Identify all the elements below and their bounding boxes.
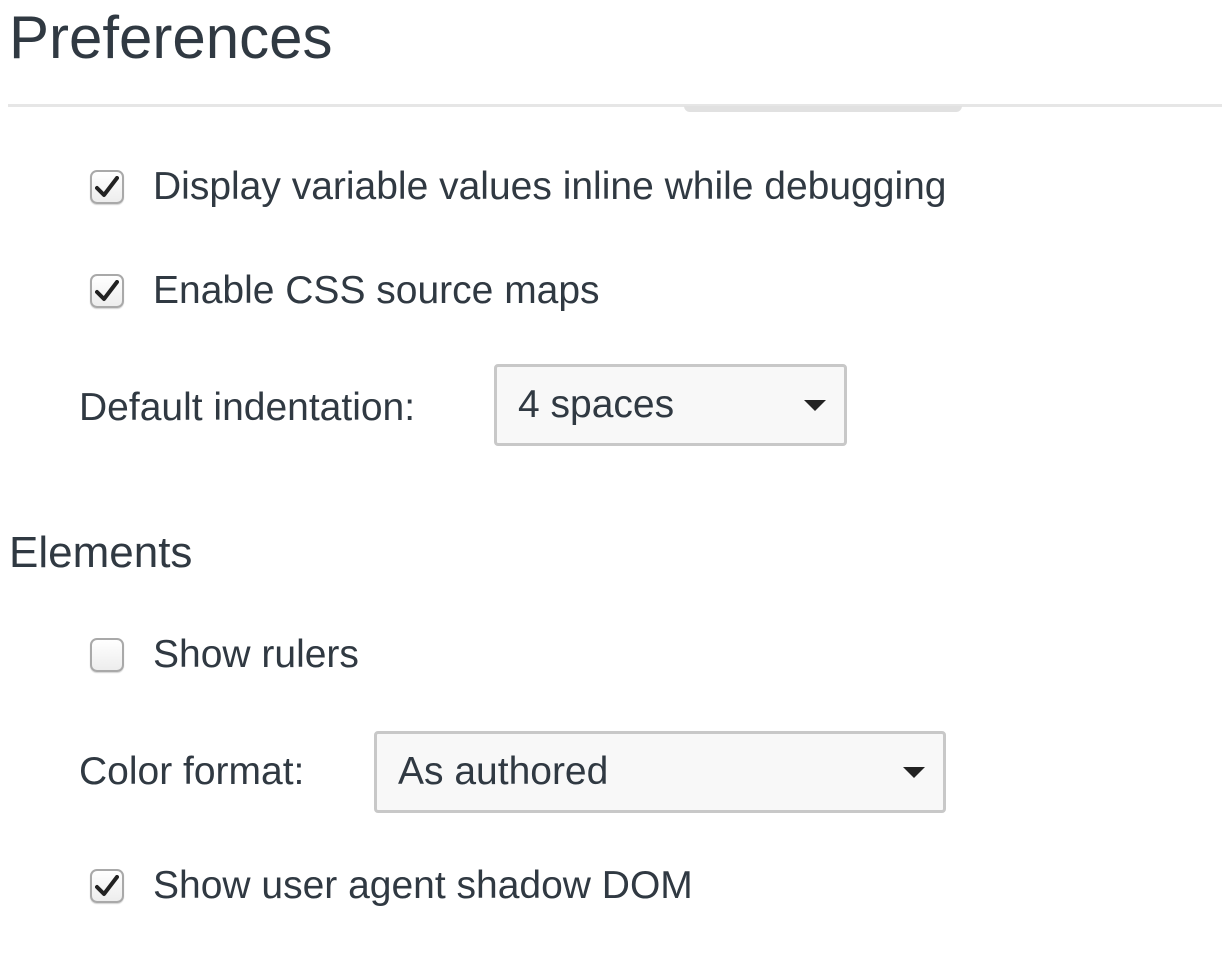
checkmark-icon: [95, 280, 119, 301]
indentation-value: 4 spaces: [518, 383, 675, 426]
css-source-maps-setting[interactable]: Enable CSS source maps: [90, 268, 600, 314]
show-rulers-checkbox[interactable]: [90, 638, 124, 672]
css-source-maps-label: Enable CSS source maps: [153, 269, 600, 312]
checkmark-icon: [95, 176, 119, 197]
color-format-label: Color format:: [79, 750, 305, 793]
indentation-select[interactable]: 4 spaces: [494, 364, 847, 446]
inline-values-checkbox[interactable]: [90, 170, 124, 204]
color-format-value: As authored: [398, 750, 609, 793]
color-format-setting: Color format: As authored: [79, 731, 979, 813]
inline-values-setting[interactable]: Display variable values inline while deb…: [90, 164, 946, 210]
color-format-select[interactable]: As authored: [374, 731, 946, 813]
page-title: Preferences: [9, 4, 333, 71]
inline-values-label: Display variable values inline while deb…: [153, 165, 947, 208]
show-rulers-setting[interactable]: Show rulers: [90, 632, 359, 678]
shadow-dom-setting[interactable]: Show user agent shadow DOM: [90, 863, 693, 909]
checkmark-icon: [95, 875, 119, 896]
show-rulers-label: Show rulers: [153, 633, 359, 676]
shadow-dom-label: Show user agent shadow DOM: [153, 864, 693, 907]
shadow-dom-checkbox[interactable]: [90, 869, 124, 903]
indentation-setting: Default indentation: 4 spaces: [79, 364, 879, 446]
section-title-elements: Elements: [9, 528, 193, 577]
title-divider: [8, 104, 1222, 107]
css-source-maps-checkbox[interactable]: [90, 274, 124, 308]
triangle-down-icon: [903, 767, 925, 778]
scrollbar-thumb[interactable]: [684, 106, 962, 112]
triangle-down-icon: [804, 400, 826, 411]
indentation-label: Default indentation:: [79, 386, 416, 429]
